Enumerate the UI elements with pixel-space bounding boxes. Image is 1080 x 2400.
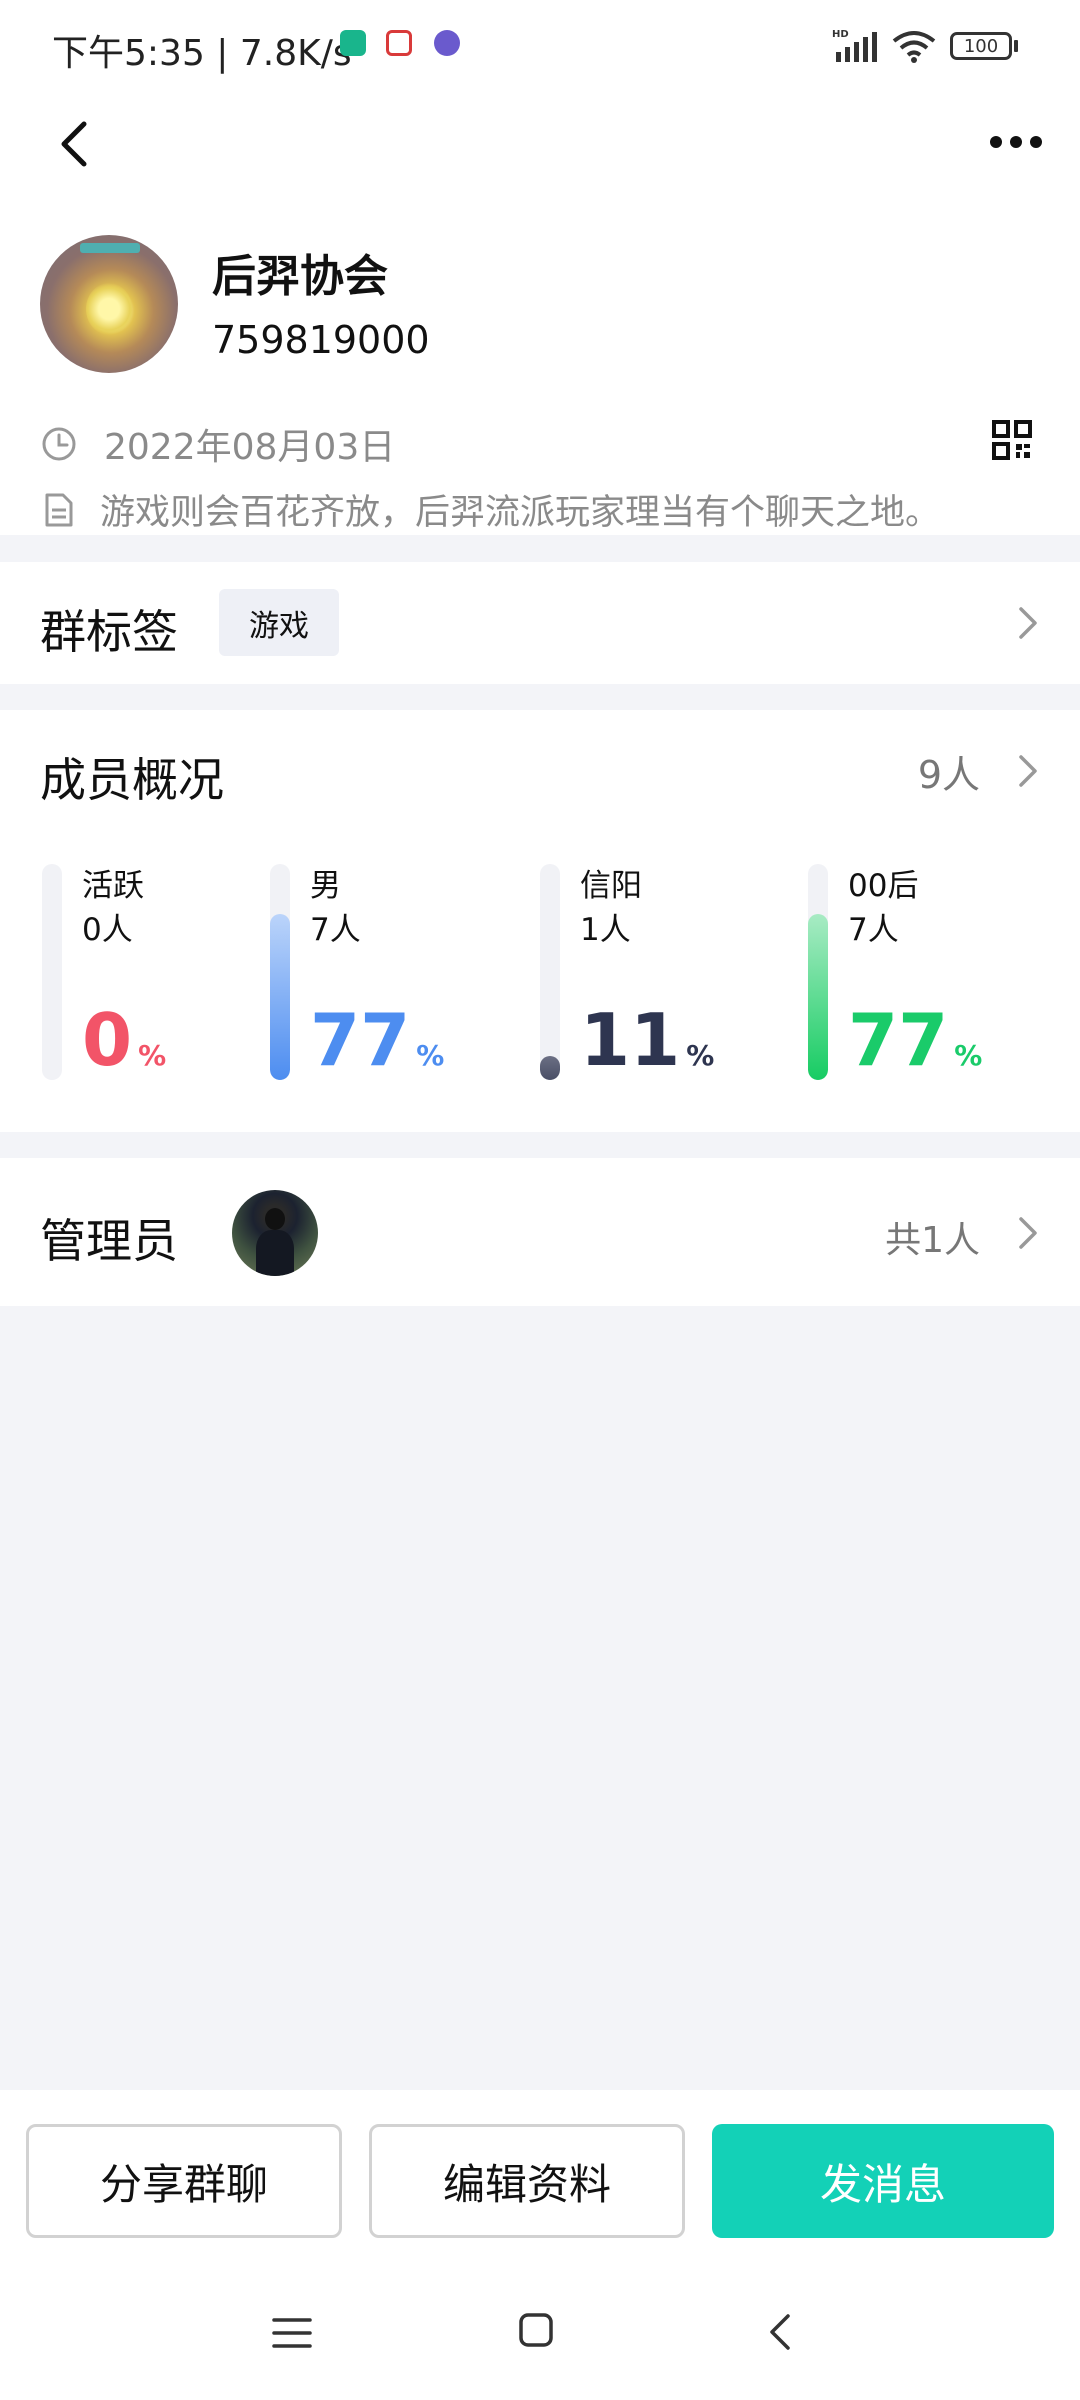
stat-bar-fill — [808, 914, 828, 1080]
admins-title: 管理员 — [40, 1214, 178, 1268]
members-title: 成员概况 — [40, 753, 224, 807]
battery-level: 100 — [950, 32, 1012, 60]
send-message-button[interactable]: 发消息 — [712, 2124, 1054, 2238]
menu-icon[interactable] — [272, 2316, 312, 2350]
stat-bar-fill — [270, 914, 290, 1080]
stat-active: 活跃 0人 0% — [42, 860, 262, 1082]
clock-icon — [42, 427, 76, 461]
stat-label: 男 — [310, 868, 341, 904]
group-id: 759819000 — [212, 318, 430, 362]
status-icons: HD 100 — [832, 26, 1018, 66]
back-icon[interactable] — [52, 112, 96, 176]
app-icon — [434, 30, 460, 56]
stat-bar-fill — [540, 1056, 560, 1080]
admin-avatar[interactable] — [232, 1190, 318, 1276]
chevron-right-icon[interactable] — [1016, 752, 1040, 790]
tags-title: 群标签 — [40, 605, 178, 659]
stat-count: 7人 — [848, 912, 899, 948]
group-avatar[interactable] — [40, 235, 178, 373]
chevron-right-icon — [1019, 1217, 1037, 1249]
svg-text:HD: HD — [832, 29, 849, 40]
stat-count: 0人 — [82, 912, 133, 948]
stat-percent: 77% — [310, 998, 445, 1082]
document-icon — [45, 493, 73, 526]
stat-male: 男 7人 77% — [270, 860, 510, 1082]
created-date: 2022年08月03日 — [104, 427, 396, 468]
stat-location: 信阳 1人 11% — [540, 860, 780, 1082]
signal-icon: HD — [832, 29, 877, 62]
stat-percent: 77% — [848, 998, 983, 1082]
stat-count: 1人 — [580, 912, 631, 948]
nav-back-icon[interactable] — [768, 2312, 792, 2352]
stat-bar — [42, 864, 62, 1080]
app-icon — [340, 30, 366, 56]
description-row: 游戏则会百花齐放，后羿流派玩家理当有个聊天之地。 — [44, 484, 940, 535]
stat-age: 00后 7人 77% — [808, 860, 1048, 1082]
stat-bar — [808, 864, 828, 1080]
stat-percent: 11% — [580, 998, 715, 1082]
group-description: 游戏则会百花齐放，后羿流派玩家理当有个聊天之地。 — [100, 493, 941, 533]
qr-code-icon[interactable] — [992, 420, 1032, 460]
stat-percent: 0% — [82, 998, 167, 1082]
more-icon[interactable] — [984, 122, 1048, 162]
stat-bar — [540, 864, 560, 1080]
chevron-right-icon — [1019, 607, 1037, 639]
stat-label: 活跃 — [82, 868, 144, 904]
share-group-button[interactable]: 分享群聊 — [26, 2124, 342, 2238]
tag-chip: 游戏 — [219, 589, 339, 656]
group-name: 后羿协会 — [212, 251, 388, 302]
created-date-row: 2022年08月03日 — [40, 418, 395, 470]
home-icon[interactable] — [518, 2312, 554, 2348]
edit-profile-button[interactable]: 编辑资料 — [369, 2124, 685, 2238]
members-count[interactable]: 9人 — [918, 744, 980, 799]
stat-bar — [270, 864, 290, 1080]
wifi-icon — [892, 31, 936, 63]
app-icon — [386, 30, 412, 56]
battery-icon: 100 — [950, 32, 1018, 60]
stat-label: 信阳 — [580, 868, 642, 904]
status-time: 下午5:35 | 7.8K/s — [52, 33, 352, 74]
admins-count: 共1人 — [885, 1220, 980, 1261]
stat-count: 7人 — [310, 912, 361, 948]
stat-label: 00后 — [848, 868, 919, 904]
